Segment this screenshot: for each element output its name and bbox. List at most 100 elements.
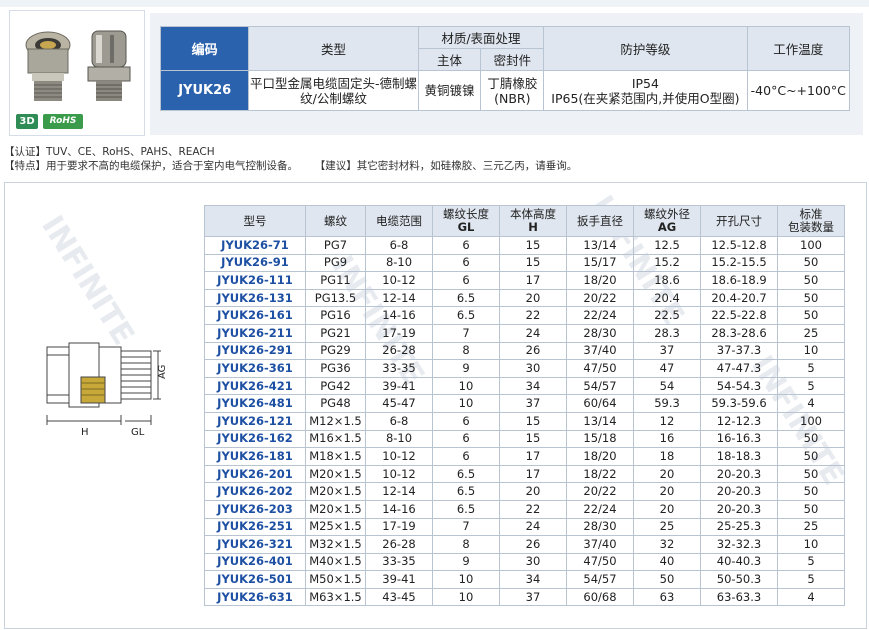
- model-cell: JYUK26-421: [204, 376, 306, 396]
- label-gl: GL: [131, 427, 145, 438]
- model-cell: JYUK26-131: [204, 288, 306, 308]
- spec-header-seal: 密封件: [480, 48, 545, 71]
- table-cell: 15/17: [566, 253, 634, 273]
- spec-seal-material: 丁腈橡胶(NBR): [480, 70, 545, 111]
- table-cell: 10: [432, 570, 500, 589]
- table-cell: 40-40.3: [700, 552, 778, 572]
- table-cell: 22/24: [566, 306, 634, 325]
- table-cell: 63: [633, 587, 701, 607]
- table-cell: 20-20.3: [700, 464, 778, 484]
- table-cell: 26-28: [365, 535, 433, 554]
- table-cell: 54/57: [566, 570, 634, 589]
- table-cell: 100: [777, 236, 845, 255]
- table-cell: 10-12: [365, 271, 433, 290]
- spec-protection-line1: IP54: [631, 75, 659, 91]
- table-cell: PG9: [305, 253, 366, 273]
- certification-text: 【认证】TUV、CE、RoHS、PAHS、REACH: [4, 146, 215, 158]
- model-cell: JYUK26-162: [204, 429, 306, 449]
- table-cell: PG42: [305, 376, 366, 396]
- table-cell: 18: [633, 447, 701, 466]
- watermark: INFINITE: [34, 209, 141, 352]
- table-cell: 60/68: [566, 587, 634, 607]
- table-cell: 7: [432, 323, 500, 343]
- table-cell: 37: [633, 341, 701, 361]
- model-cell: JYUK26-161: [204, 306, 306, 325]
- table-cell: M63×1.5: [305, 587, 366, 607]
- table-cell: 47/50: [566, 552, 634, 572]
- table-cell: 15: [499, 429, 567, 449]
- table-cell: 18-18.3: [700, 447, 778, 466]
- table-row: JYUK26-91 PG9 8-10 6 15 15/17 15.2 15.2-15.5 50: [204, 253, 845, 273]
- table-cell: 50: [777, 482, 845, 501]
- table-cell: PG36: [305, 359, 366, 378]
- table-cell: 10-12: [365, 464, 433, 484]
- table-row: JYUK26-202 M20×1.5 12-14 6.5 20 20/22 20 20-20.…: [204, 482, 845, 501]
- table-cell: 6: [432, 429, 500, 449]
- table-cell: PG48: [305, 394, 366, 413]
- model-cell: JYUK26-203: [204, 499, 306, 519]
- col-outer-diameter-sub: AG: [657, 220, 677, 234]
- table-cell: 50: [777, 253, 845, 273]
- table-cell: 39-41: [365, 570, 433, 589]
- spec-table: 编码 类型 材质/表面处理 防护等级 工作温度 主体 密封件 JYUK26 平口…: [159, 26, 851, 111]
- table-cell: 17-19: [365, 323, 433, 343]
- table-cell: 15: [499, 411, 567, 431]
- table-cell: 37: [499, 394, 567, 413]
- table-cell: 33-35: [365, 552, 433, 572]
- table-cell: 15/18: [566, 429, 634, 449]
- table-cell: 20: [499, 288, 567, 308]
- model-cell: JYUK26-631: [204, 587, 306, 607]
- table-cell: M20×1.5: [305, 482, 366, 501]
- table-cell: 6.5: [432, 499, 500, 519]
- model-table-body: JYUK26-71 PG7 6-8 6 15 13/14 12.5 12.5-12.8 100 J…: [204, 236, 845, 607]
- table-cell: M50×1.5: [305, 570, 366, 589]
- model-cell: JYUK26-501: [204, 570, 306, 589]
- table-cell: 37/40: [566, 341, 634, 361]
- table-cell: 10: [777, 341, 845, 361]
- table-cell: 54/57: [566, 376, 634, 396]
- table-cell: 8: [432, 341, 500, 361]
- table-cell: 10: [432, 587, 500, 607]
- table-cell: 28.3-28.6: [700, 323, 778, 343]
- spec-temp: -40°C~+100°C: [746, 70, 851, 111]
- table-cell: 59.3: [633, 394, 701, 413]
- table-cell: 10: [777, 535, 845, 554]
- table-cell: 28/30: [566, 323, 634, 343]
- table-cell: 12-12.3: [700, 411, 778, 431]
- table-cell: 24: [499, 517, 567, 537]
- table-cell: PG29: [305, 341, 366, 361]
- top-bar: [0, 0, 869, 7]
- table-cell: 40: [633, 552, 701, 572]
- spec-panel: 编码 类型 材质/表面处理 防护等级 工作温度 主体 密封件 JYUK26 平口…: [150, 13, 863, 135]
- model-table: 型号 螺纹 电缆范围 螺纹长度 GL 本体高度 H 扳手直径 螺纹外径 AG 开…: [204, 205, 845, 607]
- table-cell: 20/22: [566, 482, 634, 501]
- table-cell: PG21: [305, 323, 366, 343]
- table-row: JYUK26-501 M50×1.5 39-41 10 34 54/57 50 50-50.3…: [204, 570, 845, 589]
- table-cell: 6.5: [432, 482, 500, 501]
- table-cell: 20: [499, 482, 567, 501]
- table-row: JYUK26-631 M63×1.5 43-45 10 37 60/68 63 63-63.3…: [204, 587, 845, 607]
- table-cell: 14-16: [365, 499, 433, 519]
- table-cell: M25×1.5: [305, 517, 366, 537]
- table-row: JYUK26-111 PG11 10-12 6 17 18/20 18.6 18.6-18.9…: [204, 271, 845, 290]
- table-cell: 25: [633, 517, 701, 537]
- col-hole-size: 开孔尺寸: [700, 205, 778, 237]
- table-cell: M16×1.5: [305, 429, 366, 449]
- table-cell: 7: [432, 517, 500, 537]
- table-cell: 12.5-12.8: [700, 236, 778, 255]
- table-row: JYUK26-131 PG13.5 12-14 6.5 20 20/22 20.4 20.4-…: [204, 288, 845, 308]
- table-cell: 15.2-15.5: [700, 253, 778, 273]
- product-photo: [25, 30, 131, 101]
- table-row: JYUK26-401 M40×1.5 33-35 9 30 47/50 40 40-40.3 5: [204, 552, 845, 572]
- table-cell: 8-10: [365, 253, 433, 273]
- table-cell: 5: [777, 359, 845, 378]
- table-cell: 37-37.3: [700, 341, 778, 361]
- table-cell: 5: [777, 376, 845, 396]
- table-cell: 15.2: [633, 253, 701, 273]
- spec-header-code: 编码: [159, 26, 250, 71]
- table-cell: 6: [432, 236, 500, 255]
- table-cell: 20: [633, 482, 701, 501]
- table-cell: 25-25.3: [700, 517, 778, 537]
- table-cell: 45-47: [365, 394, 433, 413]
- table-cell: 32-32.3: [700, 535, 778, 554]
